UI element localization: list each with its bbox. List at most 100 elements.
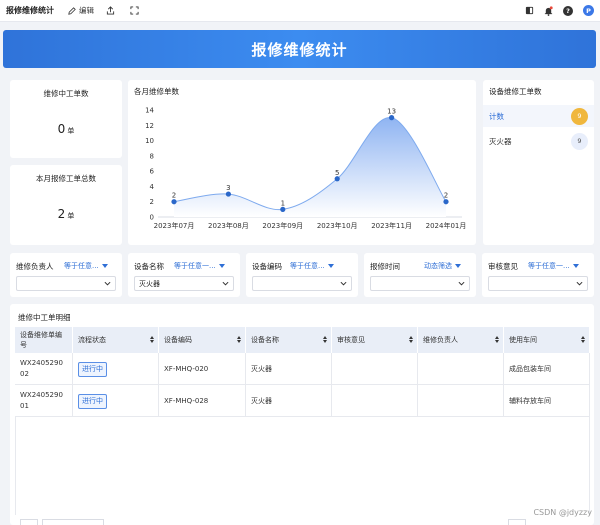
column-header-device-code[interactable]: 设备编码	[159, 327, 246, 353]
stat-number-in-progress: 0	[57, 122, 66, 136]
cell-text: WX240529001	[20, 391, 63, 410]
column-header-order-no[interactable]: 设备维修单编号	[15, 327, 73, 353]
y-tick-label: 6	[150, 168, 155, 176]
filter-label: 维修负责人	[16, 262, 54, 271]
filter-operator[interactable]: 等于任意一...	[528, 261, 579, 271]
column-header-status[interactable]: 流程状态	[73, 327, 159, 353]
filter-device-name: 设备名称 等于任意一... 灭火器	[128, 253, 240, 297]
filter-label: 设备编码	[252, 262, 282, 271]
column-header-workshop[interactable]: 使用车间	[504, 327, 590, 353]
x-tick-label: 2023年11月	[371, 221, 412, 230]
sort-icon[interactable]	[581, 336, 585, 343]
filter-label: 报修时间	[370, 262, 400, 271]
table-row[interactable]: WX240529001 进行中 XF-MHQ-028 灭火器 辅料存放车间	[15, 385, 590, 417]
device-card: 设备维修工单数 计数 9 灭火器 9	[483, 80, 594, 245]
sort-icon[interactable]	[150, 336, 154, 343]
filter-operator[interactable]: 等于任意...	[64, 261, 108, 271]
cell-device-code: XF-MHQ-020	[159, 353, 246, 385]
book-icon[interactable]	[525, 6, 534, 15]
data-point	[334, 176, 340, 182]
cell-text: 辅料存放车间	[509, 396, 551, 405]
stat-card-in-progress: 维修中工单数 0单	[10, 80, 122, 158]
edit-button[interactable]: 编辑	[68, 5, 94, 16]
cell-text: WX240529002	[20, 359, 63, 378]
data-point	[280, 206, 286, 212]
y-tick-label: 4	[150, 183, 155, 191]
filter-select-value: 灭火器	[139, 279, 160, 288]
chevron-down-icon	[458, 281, 465, 286]
fullscreen-icon	[130, 6, 139, 15]
share-button[interactable]	[106, 6, 118, 15]
column-header-text: 设备编码	[164, 336, 192, 344]
pager-size-select[interactable]	[42, 519, 104, 525]
cell-text: 灭火器	[251, 396, 272, 405]
pager-prev-button[interactable]	[20, 519, 38, 525]
column-header-owner[interactable]: 维修负责人	[418, 327, 504, 353]
device-row-badge: 9	[571, 132, 588, 150]
sort-icon[interactable]	[323, 336, 327, 343]
cell-text: XF-MHQ-028	[164, 396, 209, 405]
filter-select[interactable]: 灭火器	[134, 276, 234, 291]
cell-order-no: WX240529001	[15, 385, 73, 417]
device-row-count[interactable]: 计数 9	[483, 105, 594, 127]
data-label: 5	[335, 169, 339, 177]
caret-down-icon	[327, 264, 334, 268]
caret-down-icon	[572, 264, 579, 268]
cell-device-code: XF-MHQ-028	[159, 385, 246, 417]
cell-owner	[418, 385, 504, 417]
edit-label: 编辑	[79, 6, 94, 15]
caret-down-icon	[455, 264, 461, 268]
status-badge: 进行中	[78, 361, 107, 377]
table-row[interactable]: WX240529002 进行中 XF-MHQ-020 灭火器 成品包装车间	[15, 353, 590, 385]
sort-icon[interactable]	[409, 336, 413, 343]
filter-operator[interactable]: 动态筛选	[424, 261, 461, 271]
data-label: 3	[226, 184, 230, 192]
filter-select[interactable]	[488, 276, 588, 291]
x-tick-label: 2023年07月	[154, 221, 195, 230]
banner-title: 报修维修统计	[251, 40, 348, 59]
filter-operator-text: 动态筛选	[424, 262, 452, 270]
column-header-text: 设备名称	[251, 336, 279, 344]
filter-device-code: 设备编码 等于任意...	[246, 253, 358, 297]
x-tick-label: 2023年08月	[208, 221, 249, 230]
filter-select[interactable]	[252, 276, 352, 291]
chevron-down-icon	[104, 281, 111, 286]
column-header-device-name[interactable]: 设备名称	[246, 327, 332, 353]
column-header-text: 审核意见	[337, 336, 365, 344]
column-header-text: 流程状态	[78, 336, 106, 344]
help-icon[interactable]: ?	[563, 5, 573, 16]
cell-review	[332, 353, 418, 385]
table-title: 维修中工单明细	[18, 313, 71, 322]
filter-operator[interactable]: 等于任意一...	[174, 261, 225, 271]
chevron-down-icon	[340, 281, 347, 286]
stat-card-month-total: 本月报修工单总数 2单	[10, 165, 122, 245]
cell-workshop: 成品包装车间	[504, 353, 590, 385]
filter-select[interactable]	[370, 276, 470, 291]
sort-icon[interactable]	[237, 336, 241, 343]
filter-operator[interactable]: 等于任意...	[290, 261, 334, 271]
pager-next-button[interactable]	[508, 519, 526, 525]
table-header: 设备维修单编号 流程状态 设备编码 设备名称 审核意见 维修负责人 使用车间	[15, 327, 590, 353]
table-body-empty-area	[15, 417, 590, 515]
fullscreen-button[interactable]	[130, 6, 142, 15]
x-tick-label: 2024年01月	[426, 221, 467, 230]
y-tick-label: 14	[145, 107, 154, 115]
share-icon	[106, 6, 115, 15]
watermark-text: CSDN @jdyzzy	[533, 508, 592, 517]
data-point	[171, 199, 177, 205]
user-avatar[interactable]: P	[583, 5, 594, 16]
chevron-down-icon	[222, 281, 229, 286]
filter-select[interactable]	[16, 276, 116, 291]
cell-review	[332, 385, 418, 417]
caret-down-icon	[101, 264, 108, 268]
column-header-review[interactable]: 审核意见	[332, 327, 418, 353]
notification-bell-icon[interactable]	[544, 5, 553, 16]
caret-down-icon	[218, 264, 225, 268]
data-point	[443, 199, 449, 205]
sort-icon[interactable]	[495, 336, 499, 343]
device-row-extinguisher[interactable]: 灭火器 9	[483, 130, 594, 152]
data-label: 1	[281, 199, 285, 207]
pencil-icon	[68, 6, 76, 15]
y-tick-label: 2	[150, 198, 154, 206]
device-row-label: 计数	[489, 111, 504, 121]
